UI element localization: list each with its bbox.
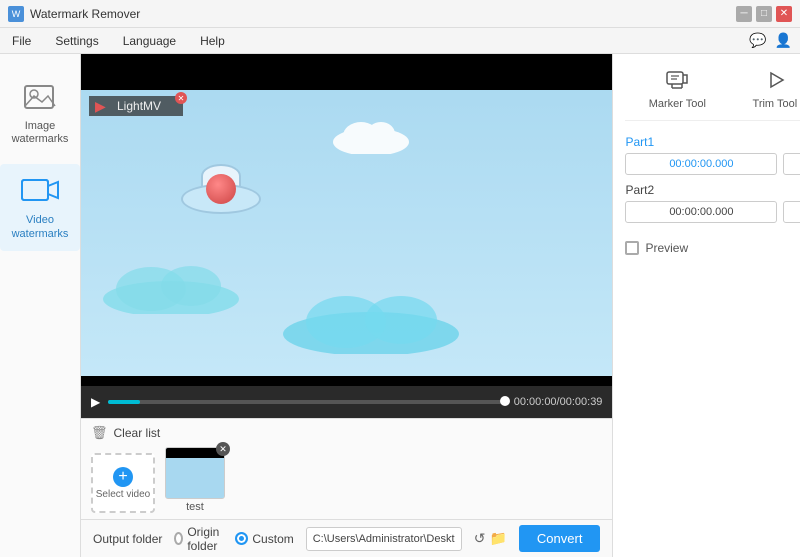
output-path-input[interactable] [306, 527, 462, 551]
plus-icon: + [113, 467, 133, 487]
play-button[interactable]: ▶ [91, 395, 100, 409]
progress-track[interactable] [108, 400, 506, 404]
thumb-name: test [165, 501, 225, 513]
custom-radio[interactable] [235, 532, 248, 545]
progress-fill [108, 400, 140, 404]
sidebar-item-image-watermarks[interactable]: Image watermarks [0, 70, 80, 156]
part2-start-input[interactable] [625, 201, 777, 223]
trim-tool-icon [759, 66, 791, 94]
part1-start-input[interactable] [625, 153, 777, 175]
wm-play-icon: ▶ [95, 98, 106, 115]
title-bar-left: W Watermark Remover [8, 6, 140, 22]
thumb-image [165, 447, 225, 499]
file-list-section: 🗑 Clear list + Select video [81, 418, 612, 519]
preview-checkbox[interactable] [625, 241, 639, 255]
trash-icon[interactable]: 🗑 [91, 425, 108, 441]
menu-file[interactable]: File [8, 32, 35, 50]
menu-help[interactable]: Help [196, 32, 229, 50]
progress-thumb [500, 396, 510, 406]
menu-bar-right: 💬 👤 [749, 32, 792, 49]
ufo-ball [206, 174, 236, 204]
file-thumbnails: + Select video ✕ test [91, 447, 602, 513]
part1-end-input[interactable] [783, 153, 800, 175]
marker-tool-icon [661, 66, 693, 94]
video-thumbnail: ✕ test [165, 447, 225, 513]
sidebar-item-image-label: Image watermarks [8, 120, 72, 146]
preview-row: Preview [625, 241, 800, 255]
part2-row: Part2 ✕ [625, 183, 800, 223]
add-video-label: Select video [96, 489, 150, 500]
custom-radio-label: Custom [252, 532, 293, 546]
output-folder-label: Output folder [93, 532, 162, 546]
origin-folder-option[interactable]: Origin folder [174, 525, 223, 553]
trim-tool-label: Trim Tool [753, 98, 798, 110]
menu-settings[interactable]: Settings [51, 32, 102, 50]
time-display: 00:00:00/00:00:39 [514, 396, 603, 408]
sidebar-item-video-watermarks[interactable]: Video watermarks [0, 164, 80, 250]
video-player[interactable]: ▶ LightMV ✕ [81, 54, 612, 386]
close-button[interactable]: ✕ [776, 6, 792, 22]
sidebar: Image watermarks Video watermarks [0, 54, 81, 557]
video-section: ▶ LightMV ✕ [81, 54, 612, 557]
clear-list-label[interactable]: Clear list [114, 426, 161, 440]
title-bar: W Watermark Remover ─ □ ✕ [0, 0, 800, 28]
part1-time-row [625, 153, 800, 175]
origin-radio-label: Origin folder [187, 525, 223, 553]
folder-icon[interactable]: 📁 [489, 530, 506, 547]
refresh-icon[interactable]: ↺ [474, 530, 486, 547]
part2-end-input[interactable] [783, 201, 800, 223]
cloud-bottom-left [101, 254, 241, 314]
part2-time-row [625, 201, 800, 223]
trim-tool-button[interactable]: Trim Tool [753, 66, 798, 110]
preview-label: Preview [645, 241, 688, 255]
black-bar-bottom [81, 376, 612, 386]
content-area: ▶ LightMV ✕ [81, 54, 800, 557]
cloud-bottom-center [281, 284, 461, 354]
convert-button[interactable]: Convert [519, 525, 601, 552]
part2-title: Part2 [625, 183, 654, 197]
sidebar-item-video-label: Video watermarks [8, 214, 72, 240]
watermark-text: LightMV [117, 99, 161, 113]
clear-list-row: 🗑 Clear list [91, 425, 602, 441]
main-layout: Image watermarks Video watermarks [0, 54, 800, 557]
black-bar-top [81, 54, 612, 90]
thumb-preview [166, 448, 224, 498]
user-icon[interactable]: 👤 [775, 32, 792, 49]
video-watermarks-icon [20, 174, 60, 210]
part2-header-row: Part2 ✕ [625, 183, 800, 201]
watermark-overlay[interactable]: ▶ LightMV ✕ [89, 96, 183, 116]
watermark-close-icon[interactable]: ✕ [175, 92, 187, 104]
image-watermarks-icon [20, 80, 60, 116]
output-bar: Output folder Origin folder Custom ↺ 📁 [81, 519, 612, 557]
marker-tool-label: Marker Tool [649, 98, 706, 110]
path-icons: ↺ 📁 [474, 530, 507, 547]
tools-header: Marker Tool Trim Tool [625, 66, 800, 121]
menu-language[interactable]: Language [119, 32, 180, 50]
menu-bar: File Settings Language Help 💬 👤 [0, 28, 800, 54]
thumb-close-icon[interactable]: ✕ [216, 442, 230, 456]
minimize-button[interactable]: ─ [736, 6, 752, 22]
video-controls: ▶ 00:00:00/00:00:39 [81, 386, 612, 418]
custom-folder-option[interactable]: Custom [235, 532, 293, 546]
chat-icon[interactable]: 💬 [749, 32, 766, 49]
part1-row: Part1 [625, 135, 800, 175]
video-frame: ▶ LightMV ✕ [81, 54, 612, 386]
marker-tool-button[interactable]: Marker Tool [649, 66, 706, 110]
origin-radio[interactable] [174, 532, 183, 545]
app-icon: W [8, 6, 24, 22]
video-tools-row: ▶ LightMV ✕ [81, 54, 800, 557]
add-video-button[interactable]: + Select video [91, 453, 155, 513]
cloud-right [331, 114, 411, 154]
window-title: Watermark Remover [30, 7, 140, 21]
tools-panel: Marker Tool Trim Tool Part1 [612, 54, 800, 557]
part1-title: Part1 [625, 135, 800, 149]
maximize-button[interactable]: □ [756, 6, 772, 22]
title-bar-controls: ─ □ ✕ [736, 6, 792, 22]
